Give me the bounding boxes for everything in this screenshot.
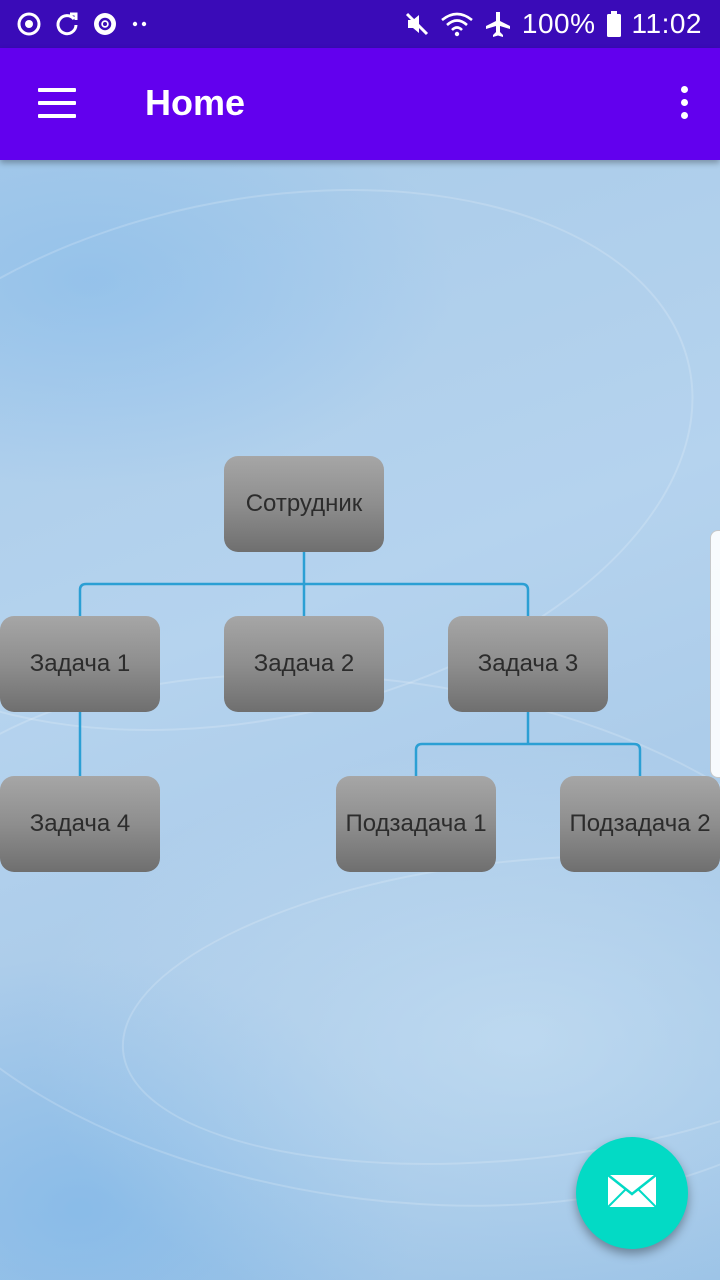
airplane-icon — [484, 10, 512, 38]
clock: 11:02 — [631, 8, 702, 39]
status-right-icons: 100% 11:02 — [404, 8, 702, 40]
sync-icon — [16, 11, 42, 37]
mail-icon — [607, 1173, 657, 1213]
content-area — [0, 160, 720, 1280]
refresh-icon — [54, 11, 80, 37]
tree-node-task-4[interactable]: Задача 4 — [0, 776, 160, 872]
battery-icon — [606, 10, 622, 38]
status-left-icons — [16, 11, 150, 37]
hamburger-icon[interactable] — [38, 88, 76, 118]
tree-node-task-3[interactable]: Задача 3 — [448, 616, 608, 712]
page-title: Home — [145, 82, 246, 123]
tree-node-task-1[interactable]: Задача 1 — [0, 616, 160, 712]
mute-icon — [404, 11, 430, 37]
side-drawer-handle[interactable] — [710, 530, 720, 778]
tree-node-subtask-2[interactable]: Подзадача 2 — [560, 776, 720, 872]
wifi-icon — [440, 11, 474, 37]
status-bar: 100% 11:02 — [0, 0, 720, 48]
tree-node-root[interactable]: Сотрудник — [224, 456, 384, 552]
tree-node-subtask-1[interactable]: Подзадача 1 — [336, 776, 496, 872]
overflow-menu-icon[interactable] — [678, 86, 690, 122]
more-dots-icon — [130, 19, 150, 29]
battery-percent: 100% — [521, 8, 596, 39]
tree-node-task-2[interactable]: Задача 2 — [224, 616, 384, 712]
settings-gear-icon — [92, 11, 118, 37]
mail-fab-button[interactable] — [576, 1137, 688, 1249]
app-bar: Home — [0, 48, 720, 160]
